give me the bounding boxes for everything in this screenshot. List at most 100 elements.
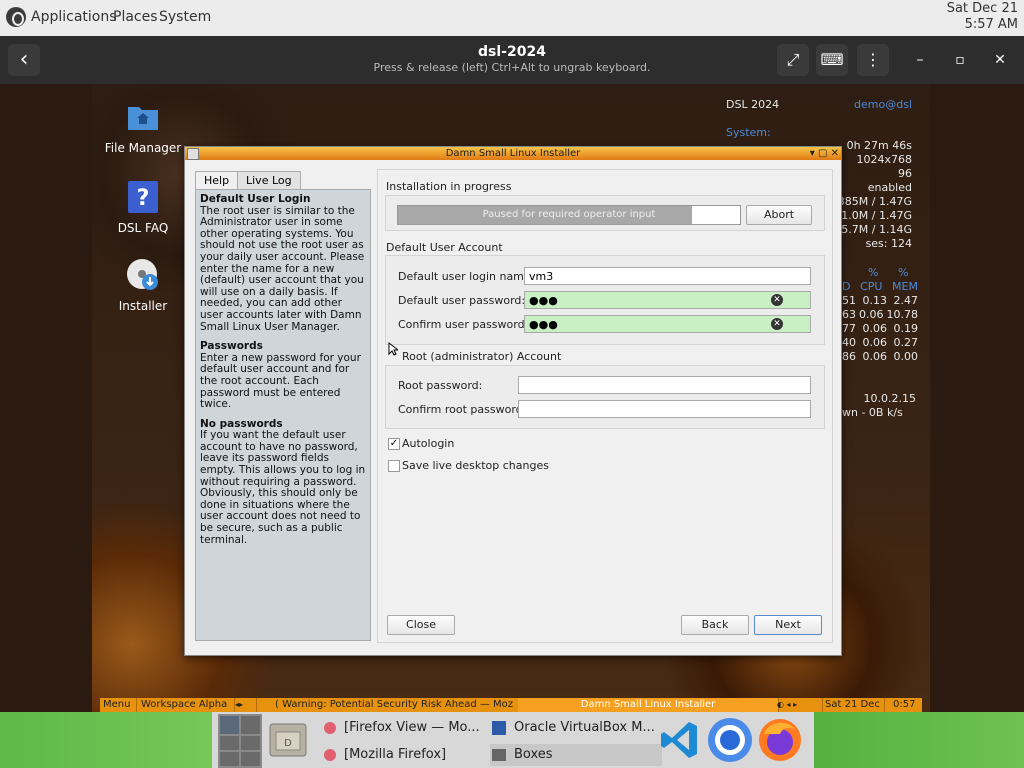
window-menu-icon[interactable] <box>187 148 199 160</box>
vm-viewer-header: dsl-2024 Press & release (left) Ctrl+Alt… <box>0 36 1024 84</box>
conky-proc-row: 51 0.13 2.47 <box>842 294 918 307</box>
installer-title: Damn Small Linux Installer <box>445 148 581 159</box>
save-changes-label: Save live desktop changes <box>402 459 549 472</box>
firefox-small-icon <box>324 721 336 734</box>
task-firefox-warning[interactable]: ( Warning: Potential Security Risk Ahead… <box>272 698 521 712</box>
installer-launcher[interactable]: Installer <box>98 258 188 313</box>
distro-logo-icon[interactable] <box>6 7 26 27</box>
mouse-cursor-icon <box>388 342 398 356</box>
root-section-label: Root (administrator) Account <box>402 350 562 363</box>
back-button[interactable]: ‹ <box>8 44 40 76</box>
close-button[interactable]: Close <box>387 615 455 635</box>
dock-item-label: [Mozilla Firefox] <box>344 747 447 762</box>
dock-item-virtualbox[interactable]: Oracle VirtualBox M... <box>492 720 655 735</box>
file-cabinet-icon[interactable]: D <box>266 718 310 762</box>
taskbar-date: Sat 21 Dec <box>822 698 885 712</box>
conky-proc-table: D CPU MEM 51 0.13 2.47 63 0.06 10.78 77 0.06 0.1… <box>842 280 918 364</box>
conky-network: 10.0.2.15 wn - 0B k/s <box>842 392 916 420</box>
abort-button[interactable]: Abort <box>746 205 812 225</box>
folder-home-icon <box>128 107 158 130</box>
dock-item-firefox-view[interactable]: [Firefox View — Mo... <box>324 720 480 735</box>
dock-item-label: [Firefox View — Mo... <box>344 720 480 735</box>
confirm-label: Confirm user password: <box>398 318 529 331</box>
root-password-input[interactable] <box>518 376 811 394</box>
task-installer[interactable]: Damn Small Linux Installer <box>518 698 779 712</box>
clear-password-icon[interactable]: ✕ <box>771 294 783 306</box>
next-button[interactable]: Next <box>754 615 822 635</box>
workspace-switcher[interactable]: Workspace Alpha <box>138 698 235 712</box>
places-menu[interactable]: Places <box>113 9 158 25</box>
firefox-icon[interactable] <box>756 716 804 764</box>
install-disc-icon <box>127 259 158 290</box>
conky-proc-header: D CPU MEM <box>842 280 918 293</box>
password-dots: ●●● <box>529 294 558 307</box>
dock-item-label: Boxes <box>514 747 553 762</box>
vscode-icon[interactable] <box>658 718 702 762</box>
tab-help[interactable]: Help <box>195 171 239 191</box>
tray-icons[interactable]: ◐ ◂ ▸ <box>774 698 823 712</box>
autologin-label: Autologin <box>402 437 455 450</box>
login-label: Default user login name: <box>398 270 535 283</box>
conky-title: DSL 2024 <box>726 98 780 111</box>
installer-label: Installer <box>118 299 168 313</box>
chromium-icon[interactable] <box>706 716 754 764</box>
workspace-grid-icon[interactable] <box>218 714 262 768</box>
confirm-dots: ●●● <box>529 318 558 331</box>
titlebar-buttons[interactable]: ▾ ▢ ✕ <box>810 147 839 160</box>
system-menu[interactable]: System <box>159 9 211 25</box>
help-pane: Default User Login The root user is simil… <box>195 189 371 641</box>
progress-bar: Paused for required operator input <box>397 205 741 225</box>
help-text: If you want the default user account to … <box>200 429 366 546</box>
root-confirm-label: Confirm root password: <box>398 403 527 416</box>
dock-item-boxes[interactable]: Boxes <box>490 744 662 766</box>
user-password-input[interactable]: ●●● <box>524 291 811 309</box>
save-changes-checkbox[interactable] <box>388 460 400 472</box>
close-window-button[interactable]: ✕ <box>988 48 1012 72</box>
help-text: Enter a new password for your default us… <box>200 351 361 411</box>
autologin-checkbox[interactable]: ✓ <box>388 438 400 450</box>
installer-titlebar[interactable]: Damn Small Linux Installer ▾ ▢ ✕ <box>185 147 841 160</box>
root-frame <box>385 365 825 429</box>
maximize-button[interactable]: ▫ <box>948 48 972 72</box>
workspace-arrows-icon[interactable]: ◂▸ <box>232 698 257 712</box>
tab-live-log[interactable]: Live Log <box>237 171 301 190</box>
conky-system-label: System: <box>726 126 771 139</box>
conky-user: demo@dsl <box>854 98 912 111</box>
virtualbox-small-icon <box>492 720 506 735</box>
conky-ip: 10.0.2.15 <box>863 392 916 405</box>
conky-proc-row: 77 0.06 0.19 <box>842 322 918 335</box>
dsl-faq-label: DSL FAQ <box>117 221 169 235</box>
conky-net-speed: wn - 0B k/s <box>842 406 903 419</box>
back-button-installer[interactable]: Back <box>681 615 749 635</box>
root-confirm-input[interactable] <box>518 400 811 418</box>
login-name-input[interactable]: vm3 <box>524 267 811 285</box>
taskbar-time: 0:57 <box>893 699 916 710</box>
minimize-button[interactable]: – <box>908 48 932 72</box>
host-dock: D [Firefox View — Mo... [Mozilla Firefox… <box>212 712 814 768</box>
menu-icon[interactable]: ⋮ <box>857 44 889 76</box>
progress-section-label: Installation in progress <box>386 180 512 193</box>
clear-confirm-icon[interactable]: ✕ <box>771 318 783 330</box>
file-manager-launcher[interactable]: File Manager <box>98 100 188 155</box>
host-top-panel: Applications Places System Sat Dec 21 5:… <box>0 0 1024 36</box>
applications-menu[interactable]: Applications <box>31 9 117 25</box>
confirm-password-input[interactable]: ●●● <box>524 315 811 333</box>
conky-proc-row: 86 0.06 0.00 <box>842 350 918 363</box>
help-icon: ? <box>128 181 158 213</box>
svg-text:D: D <box>284 738 292 749</box>
dsl-faq-launcher[interactable]: ? DSL FAQ <box>98 180 188 235</box>
fullscreen-icon[interactable]: ⤢ <box>777 44 809 76</box>
panel-clock[interactable]: Sat Dec 21 5:57 AM <box>947 1 1018 33</box>
clock-date: Sat Dec 21 <box>946 1 1018 16</box>
root-password-label: Root password: <box>398 379 483 392</box>
clock-time: 5:57 AM <box>964 17 1018 32</box>
user-section-label: Default User Account <box>386 241 503 254</box>
conky-proc-row: 63 0.06 10.78 <box>842 308 918 321</box>
file-manager-label: File Manager <box>104 141 182 155</box>
installer-window: Damn Small Linux Installer ▾ ▢ ✕ Help Li… <box>184 146 842 656</box>
start-menu-button[interactable]: Menu <box>100 698 137 712</box>
help-text: The root user is similar to the Administ… <box>200 204 365 333</box>
dock-item-mozilla-firefox[interactable]: [Mozilla Firefox] <box>324 747 446 762</box>
keyboard-icon[interactable]: ⌨ <box>816 44 848 76</box>
password-label: Default user password: <box>398 294 526 307</box>
